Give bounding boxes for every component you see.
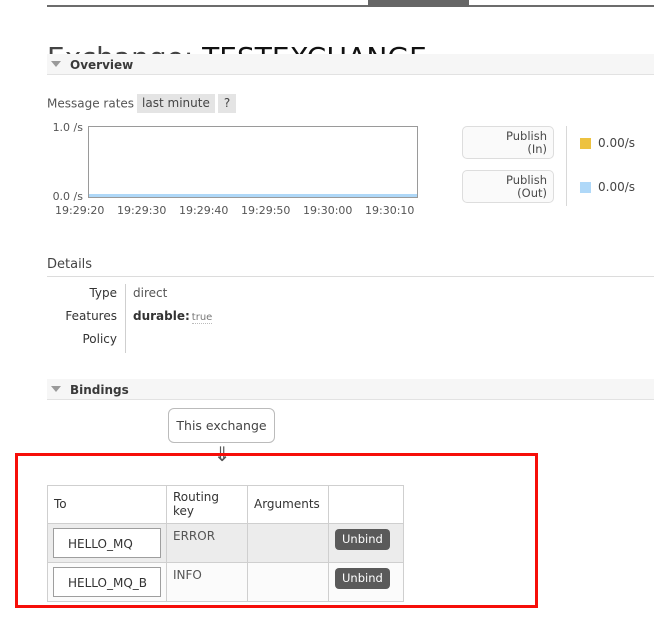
chart-plot-area (88, 126, 418, 198)
details-key-policy: Policy (47, 332, 117, 346)
binding-arguments-cell (248, 524, 329, 563)
binding-to-cell: HELLO_MQ (48, 524, 167, 563)
chart-button-publish-in-line2: (In) (463, 143, 547, 156)
unbind-button[interactable]: Unbind (335, 529, 390, 550)
bindings-table-header-row: To Routing key Arguments (48, 486, 404, 524)
bindings-column-to: To (48, 486, 167, 524)
legend-divider (566, 126, 567, 206)
chart-xtick-2: 19:29:40 (179, 204, 228, 217)
section-header-overview[interactable]: Overview (47, 54, 654, 75)
down-arrow-icon: ⇓ (207, 443, 237, 465)
legend-swatch-publish-in (580, 138, 591, 149)
details-value-features: durable:true (133, 309, 212, 323)
rates-help-icon[interactable]: ? (218, 94, 236, 113)
top-tab-strip (0, 0, 654, 14)
legend-item-publish-in: 0.00/s (580, 136, 635, 150)
binding-routing-key-cell: INFO (167, 563, 248, 602)
unbind-button[interactable]: Unbind (335, 568, 390, 589)
bindings-column-actions (329, 486, 404, 524)
chart-side-panel: Publish (In) Publish (Out) 0.00/s 0.00/s (462, 126, 654, 210)
queue-link-hello-mq-b[interactable]: HELLO_MQ_B (53, 567, 161, 597)
details-row-policy: Policy (47, 330, 447, 353)
details-key-features: Features (47, 309, 117, 323)
legend-value-publish-in: 0.00/s (598, 136, 635, 150)
chart-ytick-min: 0.0 /s (47, 190, 83, 203)
message-rates-label: Message rates (47, 97, 134, 111)
bindings-table: To Routing key Arguments HELLO_MQ ERROR … (47, 485, 404, 602)
section-header-bindings-label: Bindings (70, 383, 129, 397)
feature-value-durable: true (192, 312, 213, 324)
chart-series-publish-out (89, 194, 417, 197)
queue-link-hello-mq[interactable]: HELLO_MQ (53, 528, 161, 558)
details-key-type: Type (47, 286, 117, 300)
details-value-type: direct (133, 286, 167, 300)
details-table: Type direct Features durable:true Policy (47, 284, 447, 353)
details-divider (125, 307, 126, 330)
legend-item-publish-out: 0.00/s (580, 180, 635, 194)
chevron-down-icon (51, 386, 61, 392)
chart-xtick-labels: 19:29:20 19:29:30 19:29:40 19:29:50 19:3… (55, 204, 447, 218)
details-row-features: Features durable:true (47, 307, 447, 330)
chart-xtick-5: 19:30:10 (365, 204, 414, 217)
chart-xtick-1: 19:29:30 (117, 204, 166, 217)
bindings-column-arguments: Arguments (248, 486, 329, 524)
bindings-column-routing-key: Routing key (167, 486, 248, 524)
details-row-type: Type direct (47, 284, 447, 307)
section-header-overview-label: Overview (70, 58, 133, 72)
message-rates-controls: Message rateslast minute? (47, 94, 236, 112)
chart-button-publish-out[interactable]: Publish (Out) (462, 170, 554, 203)
chart-xtick-3: 19:29:50 (241, 204, 290, 217)
chart-xtick-0: 19:29:20 (55, 204, 104, 217)
binding-arguments-cell (248, 563, 329, 602)
details-divider (125, 284, 126, 307)
table-row: HELLO_MQ_B INFO Unbind (48, 563, 404, 602)
chart-button-publish-out-line2: (Out) (463, 187, 547, 200)
table-row: HELLO_MQ ERROR Unbind (48, 524, 404, 563)
chevron-down-icon (51, 61, 61, 67)
details-heading: Details (47, 257, 654, 277)
chart-button-publish-in[interactable]: Publish (In) (462, 126, 554, 159)
binding-to-cell: HELLO_MQ_B (48, 563, 167, 602)
binding-action-cell: Unbind (329, 563, 404, 602)
tab-strip-rule (47, 5, 654, 7)
section-header-bindings[interactable]: Bindings (47, 379, 654, 400)
rates-period-selector[interactable]: last minute (137, 94, 215, 113)
binding-routing-key-cell: ERROR (167, 524, 248, 563)
feature-name-durable: durable: (133, 309, 190, 323)
this-exchange-node[interactable]: This exchange (168, 408, 275, 443)
chart-xtick-4: 19:30:00 (303, 204, 352, 217)
details-divider (125, 330, 126, 353)
chart-ytick-max: 1.0 /s (47, 121, 83, 134)
legend-value-publish-out: 0.00/s (598, 180, 635, 194)
legend-swatch-publish-out (580, 182, 591, 193)
binding-action-cell: Unbind (329, 524, 404, 563)
active-tab-indicator[interactable] (368, 0, 469, 7)
message-rates-chart: 1.0 /s 0.0 /s 19:29:20 19:29:30 19:29:40… (47, 120, 447, 225)
